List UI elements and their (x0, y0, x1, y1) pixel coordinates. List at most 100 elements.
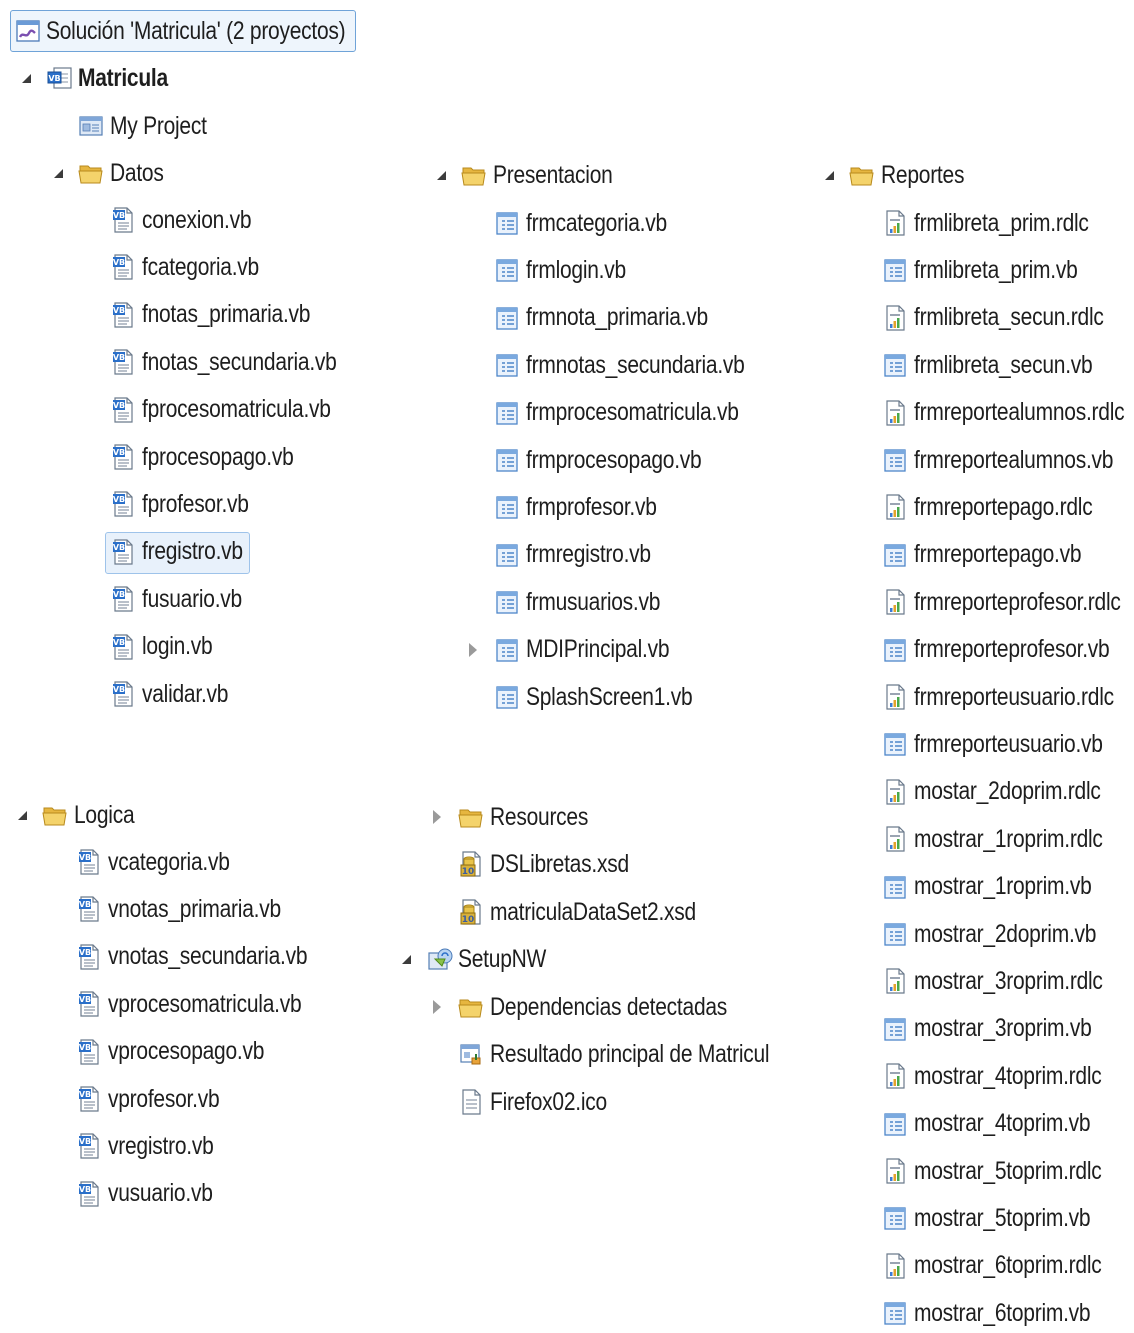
file-vprocesopago-vb[interactable]: VB vprocesopago.vb (76, 1032, 294, 1072)
collapse-folder-reportes-toggle[interactable] (819, 166, 837, 184)
file-matriculadataset2-xsd-label: matriculaDataSet2.xsd (490, 897, 696, 926)
file-frmreporteprofesor-vb[interactable]: frmreporteprofesor.vb (882, 630, 1134, 670)
file-frmregistro-vb-label: frmregistro.vb (526, 540, 651, 569)
folder-presentacion[interactable]: Presentacion (461, 155, 635, 195)
file-vusuario-vb[interactable]: VB vusuario.vb (76, 1174, 233, 1214)
file-matriculadataset2-xsd[interactable]: 10 matriculaDataSet2.xsd (458, 892, 735, 932)
file-mostrar-3roprim-vb[interactable]: mostrar_3roprim.vb (882, 1009, 1125, 1049)
vb-file-icon: VB (76, 1180, 102, 1208)
file-fregistro-vb[interactable]: VB fregistro.vb (110, 532, 262, 572)
collapse-folder-datos-toggle[interactable] (48, 164, 66, 182)
file-frmcategoria-vb[interactable]: frmcategoria.vb (494, 203, 694, 243)
file-frmlogin-vb-label: frmlogin.vb (526, 255, 626, 284)
file-vcategoria-vb[interactable]: VB vcategoria.vb (76, 842, 253, 882)
file-frmlibreta-secun-vb[interactable]: frmlibreta_secun.vb (882, 345, 1126, 385)
svg-text:VB: VB (113, 685, 125, 694)
file-mostrar-3roprim-rdlc[interactable]: mostrar_3roprim.rdlc (882, 961, 1134, 1001)
project-matricula[interactable]: VB Matricula (46, 58, 185, 98)
folder-reportes[interactable]: Reportes (849, 155, 980, 195)
file-frmlibreta-prim-vb[interactable]: frmlibreta_prim.vb (882, 250, 1109, 290)
file-frmreportealumnos-vb-label: frmreportealumnos.vb (914, 445, 1114, 474)
file-vnotas-primaria-vb[interactable]: VB vnotas_primaria.vb (76, 889, 314, 929)
file-mostrar-4toprim-vb[interactable]: mostrar_4toprim.vb (882, 1104, 1124, 1144)
file-mostrar-6toprim-vb[interactable]: mostrar_6toprim.vb (882, 1293, 1124, 1333)
file-vregistro-vb[interactable]: VB vregistro.vb (76, 1126, 234, 1166)
file-vnotas-secundaria-vb[interactable]: VB vnotas_secundaria.vb (76, 937, 345, 977)
file-mostrar-1roprim-rdlc[interactable]: mostrar_1roprim.rdlc (882, 819, 1134, 859)
file-frmlibreta-prim-vb-label: frmlibreta_prim.vb (914, 255, 1078, 284)
file-vprofesor-vb[interactable]: VB vprofesor.vb (76, 1079, 241, 1119)
file-mostrar-1roprim-vb[interactable]: mostrar_1roprim.vb (882, 867, 1125, 907)
file-frmreportealumnos-vb[interactable]: frmreportealumnos.vb (882, 440, 1134, 480)
svg-text:VB: VB (79, 995, 91, 1004)
file-frmprocesopago-vb[interactable]: frmprocesopago.vb (494, 440, 735, 480)
file-dslibretas-xsd[interactable]: 10 DSLibretas.xsd (458, 844, 655, 884)
file-frmprofesor-vb[interactable]: frmprofesor.vb (494, 487, 682, 527)
file-fnotas-primaria-vb[interactable]: VB fnotas_primaria.vb (110, 295, 342, 335)
expand-file-mdiprincipal-vb-toggle[interactable] (464, 641, 482, 659)
project-setupnw[interactable]: SetupNW (426, 939, 563, 979)
file-fnotas-secundaria-vb[interactable]: VB fnotas_secundaria.vb (110, 342, 374, 382)
folder-reportes-label: Reportes (881, 160, 965, 189)
file-validar-vb[interactable]: VB validar.vb (110, 674, 245, 714)
expand-folder-dependencias-detectadas-toggle[interactable] (428, 998, 446, 1016)
file-frmnota-primaria-vb[interactable]: frmnota_primaria.vb (494, 298, 743, 338)
output-resultado-principal[interactable]: Resultado principal de Matricul (458, 1034, 823, 1074)
file-mostrar-5toprim-rdlc[interactable]: mostrar_5toprim.rdlc (882, 1151, 1134, 1191)
file-fprocesomatricula-vb[interactable]: VB fprocesomatricula.vb (110, 390, 367, 430)
folder-datos[interactable]: Datos (78, 153, 174, 193)
file-frmnotas-secundaria-vb[interactable]: frmnotas_secundaria.vb (494, 345, 786, 385)
file-frmreportepago-vb[interactable]: frmreportepago.vb (882, 535, 1113, 575)
collapse-project-setupnw-toggle[interactable] (396, 950, 414, 968)
collapse-project-matricula-toggle[interactable] (16, 69, 34, 87)
form-file-icon (882, 351, 908, 379)
file-frmlibreta-secun-rdlc[interactable]: frmlibreta_secun.rdlc (882, 298, 1134, 338)
file-frmprocesomatricula-vb[interactable]: frmprocesomatricula.vb (494, 393, 779, 433)
svg-text:VB: VB (79, 948, 91, 957)
file-frmreportepago-rdlc[interactable]: frmreportepago.rdlc (882, 487, 1126, 527)
file-vprocesomatricula-vb[interactable]: VB vprocesomatricula.vb (76, 984, 338, 1024)
file-frmreporteusuario-rdlc[interactable]: frmreporteusuario.rdlc (882, 677, 1134, 717)
vb-file-icon: VB (110, 585, 136, 613)
file-fprocesopago-vb[interactable]: VB fprocesopago.vb (110, 437, 322, 477)
file-fcategoria-vb[interactable]: VB fcategoria.vb (110, 247, 281, 287)
file-mostrar-3roprim-vb-label: mostrar_3roprim.vb (914, 1014, 1092, 1043)
file-frmreporteusuario-vb[interactable]: frmreporteusuario.vb (882, 724, 1134, 764)
folder-resources[interactable]: Resources (458, 797, 607, 837)
form-file-icon (494, 493, 520, 521)
vb-file-icon: VB (110, 538, 136, 566)
file-frmusuarios-vb[interactable]: frmusuarios.vb (494, 582, 686, 622)
my-project-node[interactable]: My Project (78, 106, 225, 146)
file-vprocesopago-vb-label: vprocesopago.vb (108, 1037, 265, 1066)
solution-node[interactable]: Solución 'Matricula' (2 proyectos) (14, 11, 402, 51)
vb-file-icon: VB (76, 895, 102, 923)
file-conexion-vb[interactable]: VB conexion.vb (110, 200, 272, 240)
file-mostrar-1roprim-vb-label: mostrar_1roprim.vb (914, 872, 1092, 901)
file-fprofesor-vb[interactable]: VB fprofesor.vb (110, 484, 269, 524)
collapse-folder-logica-toggle[interactable] (12, 806, 30, 824)
file-mostrar-5toprim-vb[interactable]: mostrar_5toprim.vb (882, 1198, 1124, 1238)
file-firefox02-ico[interactable]: Firefox02.ico (458, 1082, 629, 1122)
file-mostar-2doprim-rdlc[interactable]: mostar_2doprim.rdlc (882, 772, 1134, 812)
file-fusuario-vb[interactable]: VB fusuario.vb (110, 579, 261, 619)
file-frmreportealumnos-rdlc[interactable]: frmreportealumnos.rdlc (882, 393, 1134, 433)
file-mostrar-4toprim-rdlc-label: mostrar_4toprim.rdlc (914, 1061, 1102, 1090)
expand-folder-resources-toggle[interactable] (428, 808, 446, 826)
file-vcategoria-vb-label: vcategoria.vb (108, 847, 230, 876)
file-mostrar-4toprim-rdlc[interactable]: mostrar_4toprim.rdlc (882, 1056, 1134, 1096)
file-frmlibreta-prim-rdlc[interactable]: frmlibreta_prim.rdlc (882, 203, 1122, 243)
file-frmregistro-vb[interactable]: frmregistro.vb (494, 535, 675, 575)
folder-logica[interactable]: Logica (42, 795, 146, 835)
my-project-icon (78, 112, 104, 140)
vb-file-icon: VB (110, 633, 136, 661)
file-login-vb[interactable]: VB login.vb (110, 627, 226, 667)
file-mdiprincipal-vb[interactable]: MDIPrincipal.vb (494, 630, 697, 670)
folder-dependencias-detectadas[interactable]: Dependencias detectadas (458, 987, 772, 1027)
file-splashscreen1-vb[interactable]: SplashScreen1.vb (494, 677, 724, 717)
file-conexion-vb-label: conexion.vb (142, 205, 252, 234)
collapse-folder-presentacion-toggle[interactable] (431, 166, 449, 184)
file-frmlogin-vb[interactable]: frmlogin.vb (494, 250, 645, 290)
file-mostrar-6toprim-rdlc[interactable]: mostrar_6toprim.rdlc (882, 1246, 1134, 1286)
file-frmreporteprofesor-rdlc[interactable]: frmreporteprofesor.rdlc (882, 582, 1134, 622)
file-mostrar-2doprim-vb[interactable]: mostrar_2doprim.vb (882, 914, 1131, 954)
